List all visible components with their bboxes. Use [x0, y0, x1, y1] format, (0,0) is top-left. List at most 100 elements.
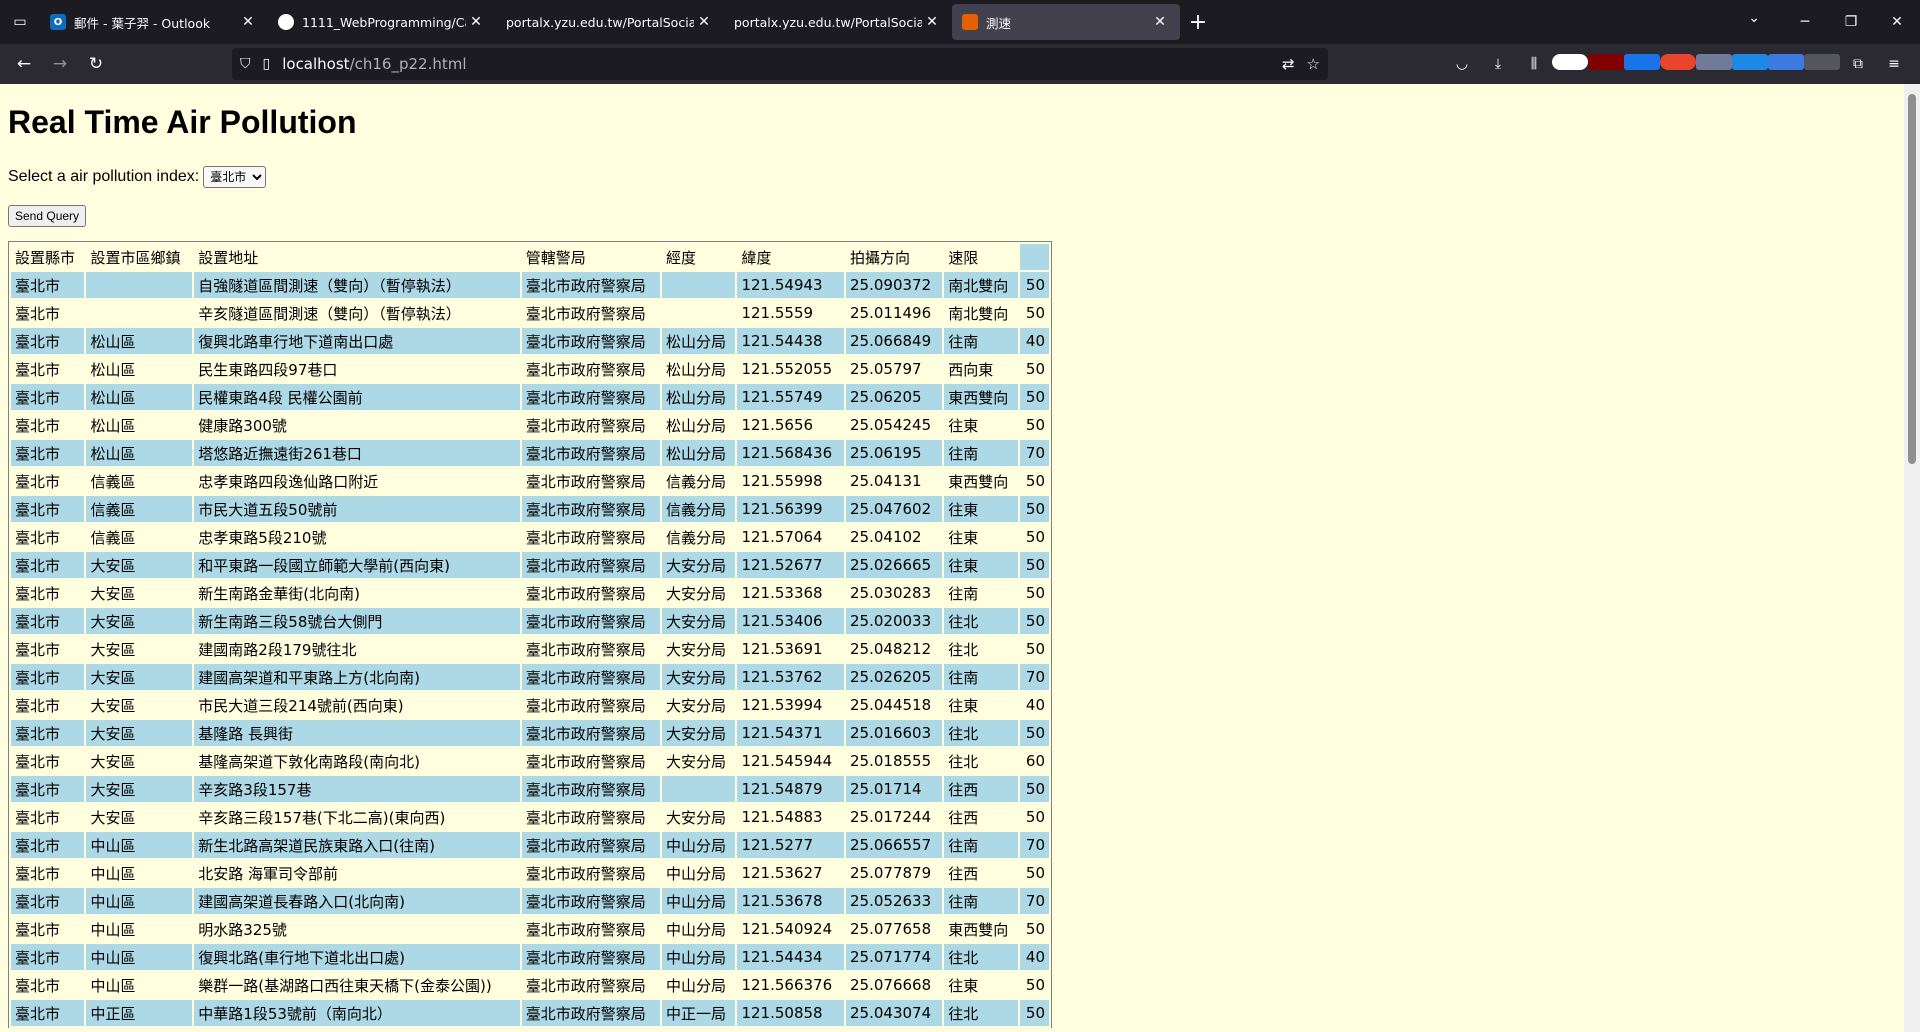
table-cell: 大安分局: [662, 608, 736, 634]
reload-button[interactable]: ↻: [78, 48, 114, 80]
download-icon[interactable]: ⤓: [1480, 56, 1516, 72]
browser-tab[interactable]: portalx.yzu.edu.tw/PortalSocialVB✕: [724, 4, 952, 40]
window-extension-icon[interactable]: [1768, 54, 1804, 74]
table-cell: 往南: [944, 580, 1018, 606]
results-table: 設置縣市 設置市區鄉鎮 設置地址 管轄警局 經度 緯度 拍攝方向 速限 臺北市 自強隧道區間測速…: [8, 241, 1052, 1028]
table-cell: 民生東路四段97巷口: [194, 356, 520, 382]
bookmark-star-icon[interactable]: ☆: [1307, 55, 1320, 73]
browser-tab[interactable]: portalx.yzu.edu.tw/PortalSocialVB✕: [496, 4, 724, 40]
browser-tab[interactable]: 1111_WebProgramming/Capt✕: [268, 4, 496, 40]
yandex-icon[interactable]: [1552, 54, 1588, 74]
ublock-icon[interactable]: [1588, 54, 1624, 74]
list-all-tabs-icon[interactable]: ▭: [0, 0, 40, 44]
url-bar[interactable]: ⛉ ▯ localhost/ch16_p22.html ⇄ ☆: [232, 48, 1328, 80]
table-cell: 50: [1019, 972, 1049, 998]
table-cell: 往東: [944, 496, 1018, 522]
table-cell: 臺北市: [11, 916, 85, 942]
table-cell: 臺北市: [11, 468, 85, 494]
shield-icon[interactable]: ⛉: [240, 56, 251, 72]
scrollbar-thumb[interactable]: [1908, 94, 1916, 464]
page-icon: ▯: [262, 56, 271, 72]
browser-tab[interactable]: 測速 ✕: [952, 4, 1180, 40]
table-cell: 復興北路(車行地下道北出口處): [194, 944, 520, 970]
table-cell: 121.540924: [737, 916, 844, 942]
table-cell: 50: [1019, 720, 1049, 746]
back-button[interactable]: ←: [6, 48, 42, 80]
table-cell: 臺北市: [11, 1000, 85, 1026]
table-cell: 大安區: [86, 636, 193, 662]
table-cell: 121.53627: [737, 860, 844, 886]
table-cell: 121.53691: [737, 636, 844, 662]
table-cell: 松山區: [86, 328, 193, 354]
table-cell: 南北雙向: [944, 300, 1018, 326]
table-cell: 中山區: [86, 916, 193, 942]
table-cell: 大安分局: [662, 580, 736, 606]
table-cell: 臺北市政府警察局: [521, 944, 661, 970]
url-text[interactable]: localhost/ch16_p22.html: [282, 55, 466, 73]
translate-extension-icon[interactable]: [1624, 54, 1660, 74]
page-scrollbar[interactable]: [1904, 84, 1920, 1032]
table-cell: 70: [1019, 664, 1049, 690]
table-cell: 大安分局: [662, 664, 736, 690]
table-cell: 中正區: [86, 1000, 193, 1026]
table-cell: 臺北市政府警察局: [521, 636, 661, 662]
menu-icon[interactable]: ≡: [1876, 56, 1912, 72]
table-cell: 臺北市: [11, 692, 85, 718]
table-cell: 121.56399: [737, 496, 844, 522]
close-window-button[interactable]: ✕: [1874, 14, 1920, 30]
table-row: 臺北市 中山區 明水路325號 臺北市政府警察局 中山分局 121.540924 25.07…: [11, 916, 1049, 942]
table-row: 臺北市 大安區 基隆路 長興街 臺北市政府警察局 大安分局 121.54371 25.016…: [11, 720, 1049, 746]
table-cell: 基隆高架道下敦化南路段(南向北): [194, 748, 520, 774]
table-cell: 松山分局: [662, 384, 736, 410]
table-cell: 辛亥路三段157巷(下北二高)(東向西): [194, 804, 520, 830]
outlook-icon: O: [50, 14, 66, 30]
close-tab-icon[interactable]: ✕: [1150, 14, 1170, 30]
close-tab-icon[interactable]: ✕: [694, 14, 714, 30]
table-cell: 25.054245: [846, 412, 943, 438]
navigation-toolbar: ← → ↻ ⛉ ▯ localhost/ch16_p22.html ⇄ ☆ ◡ …: [0, 44, 1920, 84]
index-select-row: Select a air pollution index: 臺北市: [8, 166, 267, 188]
table-cell: 50: [1019, 860, 1049, 886]
table-cell: 臺北市: [11, 440, 85, 466]
table-cell: 中山區: [86, 888, 193, 914]
table-cell: 大安分局: [662, 804, 736, 830]
pocket-icon[interactable]: ◡: [1444, 56, 1480, 72]
minimize-button[interactable]: ─: [1782, 14, 1828, 30]
screenshot-extension-icon[interactable]: [1696, 54, 1732, 74]
column-header: 設置地址: [194, 244, 520, 270]
new-tab-button[interactable]: +: [1180, 4, 1216, 40]
close-tab-icon[interactable]: ✕: [238, 14, 258, 30]
city-select[interactable]: 臺北市: [203, 166, 267, 188]
table-cell: 臺北市政府警察局: [521, 972, 661, 998]
table-cell: 25.016603: [846, 720, 943, 746]
table-cell: 50: [1019, 636, 1049, 662]
restore-button[interactable]: ❐: [1828, 14, 1874, 30]
table-cell: 121.55749: [737, 384, 844, 410]
table-cell: 121.545944: [737, 748, 844, 774]
chevron-down-icon[interactable]: ⌄: [1748, 10, 1760, 26]
table-cell: 中正一局: [662, 1000, 736, 1026]
table-cell: 臺北市政府警察局: [521, 720, 661, 746]
table-row: 臺北市 松山區 民權東路4段 民權公園前 臺北市政府警察局 松山分局 121.55749 2…: [11, 384, 1049, 410]
table-cell: 新生南路金華街(北向南): [194, 580, 520, 606]
forward-button[interactable]: →: [42, 48, 78, 80]
send-query-button[interactable]: Send Query: [8, 205, 87, 227]
extensions-puzzle-icon[interactable]: ⧉: [1840, 56, 1876, 72]
cc-extension-icon[interactable]: [1804, 54, 1840, 74]
close-tab-icon[interactable]: ✕: [466, 14, 486, 30]
translate-icon[interactable]: ⇄: [1282, 55, 1295, 73]
table-cell: 臺北市: [11, 356, 85, 382]
table-cell: 臺北市政府警察局: [521, 832, 661, 858]
table-cell: [86, 300, 193, 326]
table-cell: 民權東路4段 民權公園前: [194, 384, 520, 410]
table-row: 臺北市 信義區 市民大道五段50號前 臺北市政府警察局 信義分局 121.56399 25.…: [11, 496, 1049, 522]
table-cell: 臺北市: [11, 300, 85, 326]
table-row: 臺北市 松山區 健康路300號 臺北市政府警察局 松山分局 121.5656 25.0542…: [11, 412, 1049, 438]
s-extension-icon[interactable]: [1732, 54, 1768, 74]
browser-tab[interactable]: O 郵件 - 葉子羿 - Outlook ✕: [40, 4, 268, 40]
library-icon[interactable]: ⫼: [1516, 56, 1552, 72]
table-cell: 121.53368: [737, 580, 844, 606]
close-tab-icon[interactable]: ✕: [922, 14, 942, 30]
lightning-extension-icon[interactable]: [1660, 54, 1696, 74]
select-label: Select a air pollution index:: [8, 168, 200, 185]
